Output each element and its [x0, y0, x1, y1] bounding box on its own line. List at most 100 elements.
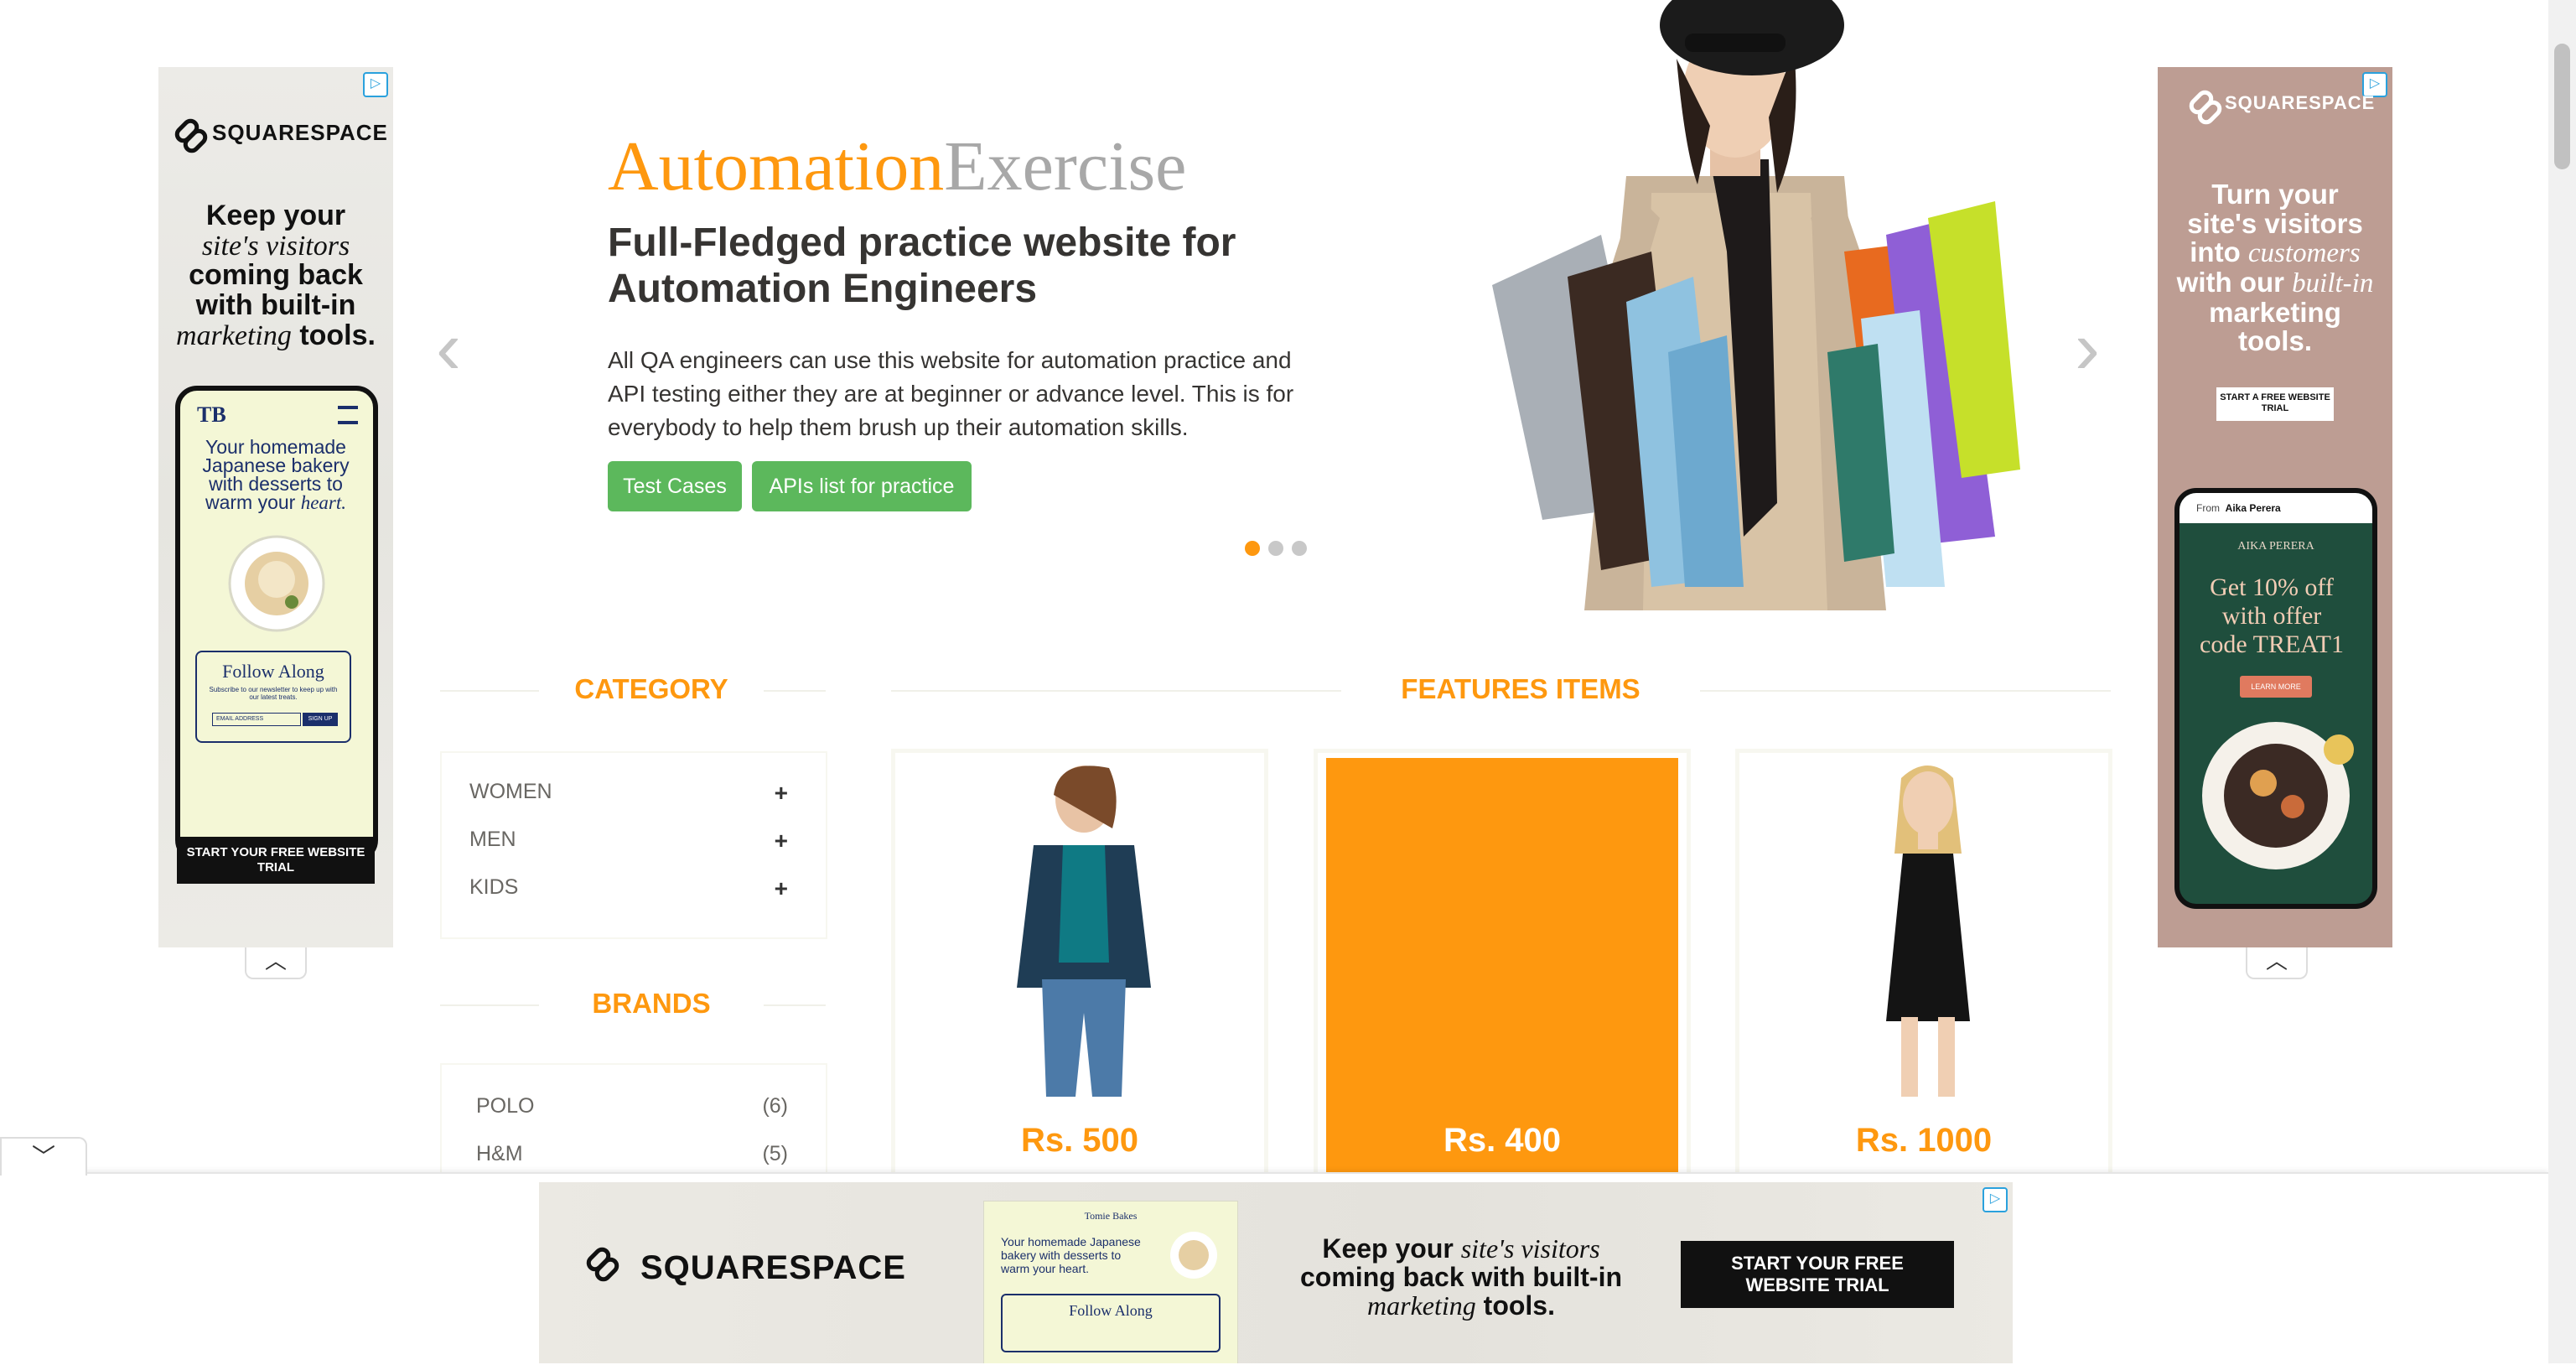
squarespace-mark-icon: [585, 1248, 632, 1288]
slider-description: All QA engineers can use this website fo…: [608, 347, 1294, 440]
left-ad-collapse-tab[interactable]: ︿: [245, 947, 307, 979]
apis-list-button[interactable]: APIs list for practice: [752, 461, 972, 511]
bottom-ad-headline-em: marketing: [1367, 1290, 1476, 1321]
scrollbar-thumb[interactable]: [2554, 44, 2570, 169]
product-price: Rs. 1000: [1855, 1122, 1993, 1159]
squarespace-logo: SQUARESPACE: [174, 119, 388, 146]
product-price: Rs. 400: [1443, 1122, 1562, 1159]
left-ad-headline-line: coming back with built-in: [189, 259, 363, 322]
right-ad-headline-em: customers: [2247, 238, 2361, 269]
right-ad-headline-text: with our: [2176, 266, 2284, 298]
product-overlay: [1326, 758, 1678, 1181]
plus-icon[interactable]: +: [775, 828, 788, 854]
bakery-tagline: Your homemade Japanese bakery with desse…: [1001, 1235, 1141, 1275]
from-label: From: [2196, 502, 2220, 514]
right-ad-cta-button[interactable]: START A FREE WEBSITE TRIAL: [2216, 387, 2334, 421]
hero-image: [1375, 0, 2083, 610]
shopping-woman-illustration: [1492, 0, 2020, 610]
category-item-kids[interactable]: KIDS +: [469, 875, 788, 902]
brand-automation: Automation: [608, 127, 945, 205]
bakery-tagline: Your homemade Japanese bakery with desse…: [192, 438, 360, 513]
bottom-anchor-ad[interactable]: ▷ SQUARESPACE Tomie Bakes Your homemade …: [539, 1182, 2013, 1363]
anchor-ad-toggle[interactable]: ﹀: [0, 1137, 87, 1176]
chevron-down-icon: ﹀: [31, 1144, 55, 1170]
left-ad-cta-button[interactable]: START YOUR FREE WEBSITE TRIAL: [177, 837, 375, 884]
category-title: CATEGORY: [539, 673, 764, 705]
squarespace-wordmark: SQUARESPACE: [212, 119, 388, 145]
product-image-black-dress: [1886, 766, 1970, 1097]
right-ad-headline-text: marketing tools.: [2209, 296, 2341, 357]
site-brand-title: AutomationExercise: [608, 126, 1186, 207]
product-card[interactable]: Rs. 500: [891, 749, 1268, 1185]
squarespace-wordmark: SQUARESPACE: [640, 1248, 906, 1286]
email-field[interactable]: EMAIL ADDRESS: [212, 713, 301, 726]
squarespace-logo: SQUARESPACE: [585, 1248, 906, 1288]
bakery-name: Tomie Bakes: [1084, 1210, 1138, 1222]
slider-heading: Full-Fledged practice website for Automa…: [608, 221, 1236, 311]
right-side-ad[interactable]: ▷ SQUARESPACE Turn your site's visitors …: [2158, 67, 2392, 947]
follow-along-title: Follow Along: [222, 661, 324, 682]
hamburger-menu-icon: [338, 406, 358, 424]
bottom-ad-headline-text: Keep your: [1322, 1233, 1454, 1264]
brand-item-hm[interactable]: H&M (5): [476, 1142, 788, 1166]
slider-dot[interactable]: [1268, 541, 1283, 556]
left-ad-headline-em: site's visitors: [201, 230, 350, 262]
offer-text: Get 10% off with offer code TREAT1: [2200, 574, 2344, 658]
bottom-ad-headline-em: site's visitors: [1460, 1233, 1600, 1264]
left-ad-headline-em: marketing: [176, 319, 292, 351]
squarespace-mark-icon: [174, 119, 204, 146]
slider-prev-arrow[interactable]: ‹: [436, 310, 461, 386]
slider-dot[interactable]: [1292, 541, 1307, 556]
category-label: MEN: [469, 828, 516, 851]
follow-along-note: Subscribe to our newsletter to keep up w…: [209, 686, 338, 701]
bottom-ad-headline-text: coming back with built-in: [1300, 1262, 1622, 1292]
chevron-up-icon: ︿: [264, 948, 287, 973]
category-label: WOMEN: [469, 780, 552, 803]
slider-indicators: [1245, 541, 1307, 556]
ad-choices-icon[interactable]: ▷: [363, 72, 388, 97]
brand-item-polo[interactable]: POLO (6): [476, 1094, 788, 1118]
ad-choices-icon[interactable]: ▷: [1983, 1187, 2008, 1212]
left-ad-headline-line: Keep your: [205, 200, 346, 231]
brand-count: (5): [762, 1142, 788, 1165]
chevron-up-icon: ︿: [2265, 948, 2288, 973]
right-ad-phone: From Aika Perera AIKA PERERA Get 10% off…: [2174, 488, 2377, 909]
brand-name: POLO: [476, 1094, 535, 1118]
brand-count: (6): [762, 1094, 788, 1118]
dessert-plate-icon: [1170, 1232, 1217, 1279]
follow-along-box: Follow Along: [1001, 1294, 1221, 1352]
plus-icon[interactable]: +: [775, 780, 788, 807]
follow-along-box: Follow Along Subscribe to our newsletter…: [195, 651, 351, 743]
dessert-plate-icon: [228, 535, 325, 632]
right-ad-headline-em: built-in: [2292, 267, 2374, 298]
slider-dot[interactable]: [1245, 541, 1260, 556]
plus-icon[interactable]: +: [775, 875, 788, 902]
left-side-ad[interactable]: ▷ SQUARESPACE Keep your site's visitors …: [158, 67, 393, 947]
learn-more-button[interactable]: LEARN MORE: [2240, 676, 2312, 698]
right-ad-collapse-tab[interactable]: ︿: [2246, 947, 2308, 979]
bottom-ad-cta-button[interactable]: START YOUR FREE WEBSITE TRIAL: [1681, 1241, 1954, 1308]
category-item-men[interactable]: MEN +: [469, 828, 788, 854]
product-card-hover[interactable]: Rs. 400: [1314, 749, 1691, 1185]
right-ad-headline: Turn your site's visitors into customers…: [2174, 179, 2376, 357]
bottom-ad-headline: Keep your site's visitors coming back wi…: [1293, 1234, 1629, 1320]
left-ad-headline: Keep your site's visitors coming back wi…: [167, 200, 385, 351]
left-ad-headline-line: tools.: [299, 319, 376, 351]
product-card[interactable]: Rs. 1000: [1735, 749, 2112, 1185]
squarespace-mark-icon: [2188, 91, 2216, 116]
product-price: Rs. 500: [1020, 1122, 1139, 1159]
bakery-tagline-em: heart.: [300, 492, 347, 513]
product-image-cardigan: [1017, 766, 1151, 1097]
bottom-ad-phone: Tomie Bakes Your homemade Japanese baker…: [983, 1201, 1238, 1363]
email-from-bar: From Aika Perera: [2179, 493, 2372, 523]
brand-exercise: Exercise: [944, 127, 1187, 205]
sign-up-button[interactable]: SIGN UP: [303, 713, 338, 726]
squarespace-logo: SQUARESPACE: [2188, 91, 2375, 116]
test-cases-button[interactable]: Test Cases: [608, 461, 742, 511]
category-label: KIDS: [469, 875, 519, 899]
category-item-women[interactable]: WOMEN +: [469, 780, 788, 807]
email-title: AIKA PERERA: [2237, 540, 2314, 553]
features-items-title: FEATURES ITEMS: [1341, 673, 1700, 705]
squarespace-wordmark: SQUARESPACE: [2225, 92, 2376, 113]
page-scrollbar[interactable]: [2548, 0, 2576, 1363]
